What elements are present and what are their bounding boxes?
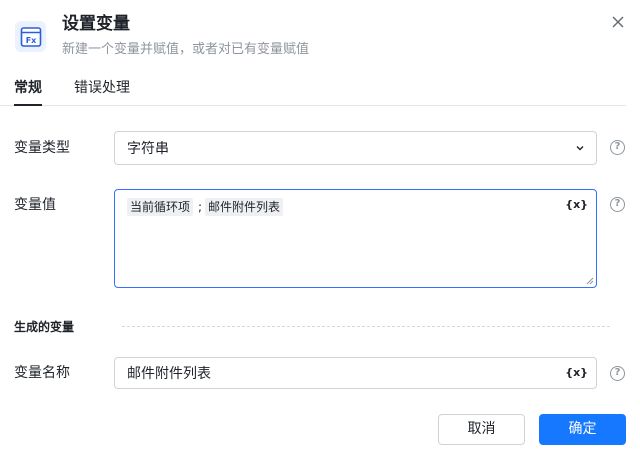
close-button[interactable]	[608, 12, 628, 32]
variable-value-label: 变量值	[14, 197, 56, 213]
variable-value-editor[interactable]: 当前循环项 ; 邮件附件列表 {x}	[114, 189, 597, 288]
cancel-button[interactable]: 取消	[438, 414, 525, 445]
insert-variable-button[interactable]: {x}	[565, 366, 588, 380]
set-variable-dialog: Fx 设置变量 新建一个变量并赋值，或者对已有变量赋值 常规 错误处理 变量类型…	[0, 0, 640, 462]
token-chip[interactable]: 当前循环项	[127, 198, 194, 216]
variable-type-select[interactable]: 字符串	[114, 131, 597, 165]
tab-bar: 常规 错误处理	[0, 78, 626, 106]
generated-variable-section-title: 生成的变量	[14, 320, 75, 334]
close-icon	[612, 16, 624, 28]
variable-type-value: 字符串	[127, 141, 169, 157]
token-chip[interactable]: 邮件附件列表	[205, 198, 284, 216]
dialog-subtitle: 新建一个变量并赋值，或者对已有变量赋值	[62, 42, 310, 57]
svg-text:Fx: Fx	[25, 36, 36, 45]
token-separator: ;	[198, 200, 203, 214]
fx-variable-icon: Fx	[15, 21, 46, 52]
variable-value-help-icon[interactable]: ?	[610, 197, 625, 212]
variable-name-help-icon[interactable]: ?	[610, 366, 625, 381]
dialog-title: 设置变量	[62, 14, 130, 34]
insert-variable-button[interactable]: {x}	[565, 198, 588, 212]
variable-name-label: 变量名称	[14, 365, 70, 381]
variable-type-label: 变量类型	[14, 140, 70, 156]
resize-handle-icon[interactable]	[586, 277, 594, 285]
variable-name-value: 邮件附件列表	[127, 366, 211, 382]
chevron-down-icon	[576, 146, 584, 151]
variable-name-input[interactable]: 邮件附件列表 {x}	[114, 357, 597, 389]
confirm-button[interactable]: 确定	[539, 414, 626, 445]
variable-type-help-icon[interactable]: ?	[610, 140, 625, 155]
tab-general[interactable]: 常规	[14, 78, 42, 106]
section-divider	[122, 326, 610, 327]
tab-error-handling[interactable]: 错误处理	[74, 78, 130, 98]
